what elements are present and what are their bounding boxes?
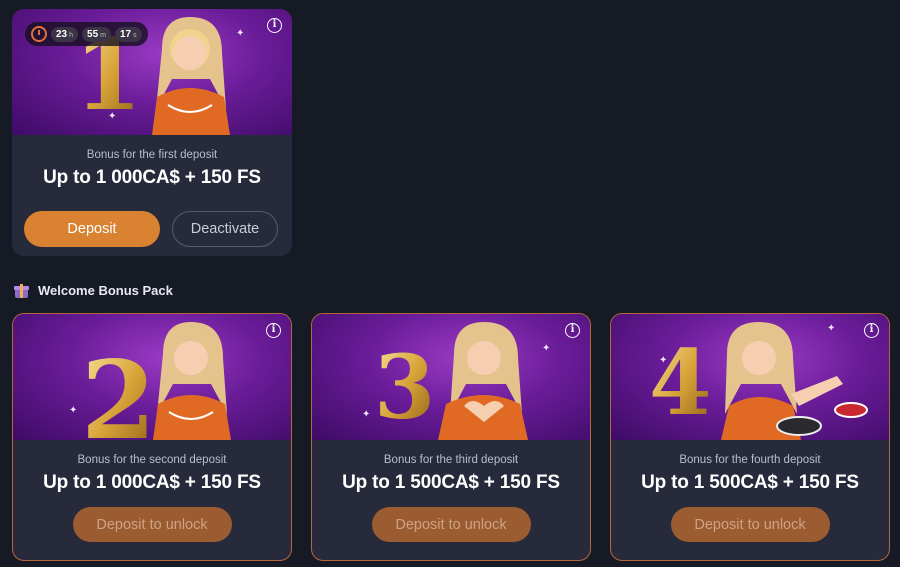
banner-art: 4 <box>649 322 868 440</box>
timer-hours: 23 h <box>51 26 79 42</box>
deposit-button[interactable]: Deposit <box>24 211 160 247</box>
countdown-timer: 23 h 55 m 17 s <box>25 22 148 46</box>
bonus-amount: Up to 1 000CA$ + 150 FS <box>43 167 261 188</box>
bonus-amount: Up to 1 000CA$ + 150 FS <box>43 472 261 493</box>
info-icon[interactable]: i <box>565 323 580 338</box>
bonus-banner-1: 1 ✦ ✦ 23 h 55 m 17 s i <box>12 9 292 135</box>
bonus-card-second: 2 ✦ i Bonus for the second deposit Up to… <box>12 313 292 561</box>
deposit-to-unlock-button[interactable]: Deposit to unlock <box>72 507 232 542</box>
gift-icon <box>14 283 29 298</box>
banner-art: 3 <box>374 322 528 440</box>
bonus-card-fourth: 4 ✦ ✦ i Bonus for the fourth deposit Up … <box>610 313 890 561</box>
info-icon[interactable]: i <box>864 323 879 338</box>
deposit-to-unlock-button[interactable]: Deposit to unlock <box>371 507 531 542</box>
clock-icon <box>31 26 47 42</box>
bonus-banner-2: 2 ✦ i <box>13 314 291 440</box>
welcome-pack-header: Welcome Bonus Pack <box>14 283 173 298</box>
big-number: 3 <box>374 335 435 439</box>
timer-seconds: 17 s <box>115 26 142 42</box>
banner-art: 2 <box>81 322 231 440</box>
bonus-banner-3: 3 ✦ ✦ i <box>312 314 590 440</box>
bonus-amount: Up to 1 500CA$ + 150 FS <box>641 472 859 493</box>
big-number: 4 <box>649 330 712 436</box>
deposit-to-unlock-button[interactable]: Deposit to unlock <box>670 507 830 542</box>
bonus-banner-4: 4 ✦ ✦ i <box>611 314 889 440</box>
bonus-card-third: 3 ✦ ✦ i Bonus for the third deposit Up t… <box>311 313 591 561</box>
timer-minutes: 55 m <box>82 26 111 42</box>
active-bonus-card: 1 ✦ ✦ 23 h 55 m 17 s i Bonus for the first … <box>12 9 292 256</box>
info-icon[interactable]: i <box>267 18 282 33</box>
bonus-subtitle: Bonus for the third deposit <box>383 454 519 466</box>
big-number: 2 <box>81 338 156 440</box>
info-icon[interactable]: i <box>266 323 281 338</box>
bonus-subtitle: Bonus for the fourth deposit <box>679 454 821 466</box>
welcome-pack-title: Welcome Bonus Pack <box>38 283 173 298</box>
bonus-amount: Up to 1 500CA$ + 150 FS <box>342 472 560 493</box>
bonus-subtitle: Bonus for the first deposit <box>86 149 218 161</box>
bonus-subtitle: Bonus for the second deposit <box>77 454 227 466</box>
deactivate-button[interactable]: Deactivate <box>172 211 278 247</box>
